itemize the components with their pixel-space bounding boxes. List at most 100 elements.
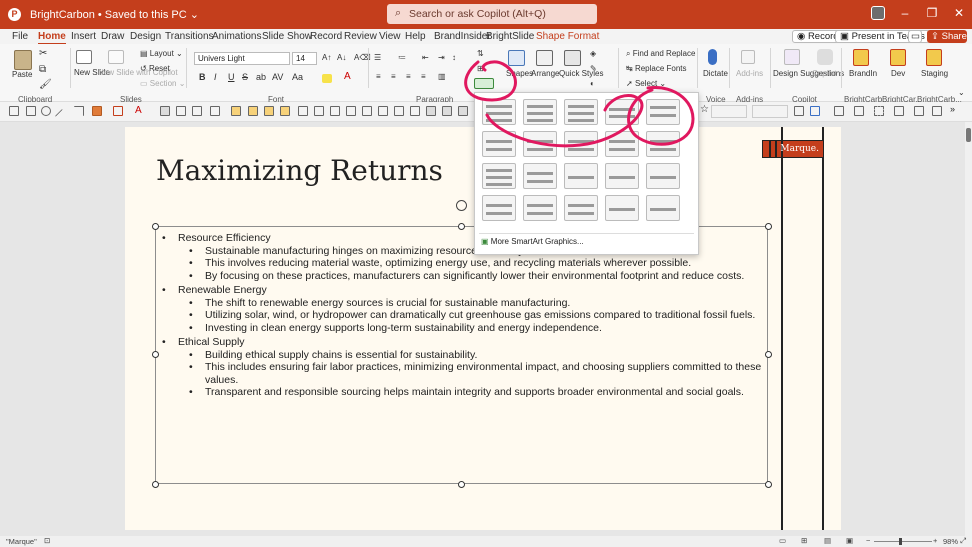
rectangle-icon[interactable] (26, 106, 36, 116)
brandin-icon[interactable] (853, 49, 869, 66)
smartart-target[interactable] (646, 195, 680, 221)
align-middle-icon[interactable] (314, 106, 324, 116)
change-case-icon[interactable]: Aa (292, 72, 303, 82)
strikethrough-button[interactable]: S (242, 72, 248, 82)
normal-view-icon[interactable]: ▭ (779, 536, 786, 545)
layout-button[interactable]: ▤ Layout ⌄ (140, 49, 183, 58)
match-height-icon[interactable] (394, 106, 404, 116)
tab-help[interactable]: Help (405, 31, 426, 42)
scroll-thumb[interactable] (966, 128, 971, 142)
collapse-ribbon-icon[interactable]: ⌄ (958, 88, 965, 97)
tab-home[interactable]: Home (38, 31, 66, 45)
paste-label[interactable]: Paste (12, 70, 32, 79)
comments-button[interactable]: ▭ (908, 30, 922, 43)
resize-handle[interactable] (152, 481, 159, 488)
smartart-grouped-list[interactable] (564, 131, 598, 157)
quick-styles-icon[interactable] (564, 50, 581, 66)
shape-fill-icon[interactable]: ◈ (590, 49, 596, 58)
align-center-2-icon[interactable] (176, 106, 186, 116)
align-right-icon[interactable]: ≡ (406, 72, 411, 81)
smartart-radial[interactable] (646, 131, 680, 157)
crop-icon[interactable] (834, 106, 844, 116)
document-title[interactable]: BrightCarbon • Saved to this PC ⌄ (30, 8, 199, 21)
zoom-in-icon[interactable]: + (933, 536, 937, 545)
shapes-label[interactable]: Shapes (506, 69, 533, 78)
tab-insert[interactable]: Insert (71, 31, 96, 42)
stretch-icon[interactable] (346, 106, 356, 116)
decrease-indent-icon[interactable]: ⇤ (422, 53, 429, 62)
line-spacing-icon[interactable]: ↕ (452, 53, 456, 62)
outline-box-icon[interactable] (854, 106, 864, 116)
tab-transitions[interactable]: Transitions (165, 31, 214, 42)
height-field[interactable] (752, 105, 788, 118)
grid-icon[interactable] (914, 106, 924, 116)
marque-logo[interactable]: Marque. (762, 140, 824, 158)
tab-design[interactable]: Design (130, 31, 161, 42)
smartart-table-list[interactable] (646, 99, 680, 125)
smartart-chevron-list[interactable] (564, 163, 598, 189)
text-direction-icon[interactable]: ⇅ (477, 49, 484, 58)
replace-fonts-button[interactable]: ↹ Replace Fonts (626, 64, 687, 73)
resize-icon[interactable] (794, 106, 804, 116)
layers-icon[interactable] (894, 106, 904, 116)
rotate-handle-icon[interactable] (456, 200, 467, 211)
align-bottom-icon[interactable] (330, 106, 340, 116)
tab-animations[interactable]: Animations (212, 31, 261, 42)
smartart-horizontal-list[interactable] (523, 163, 557, 189)
view-icon[interactable] (458, 106, 468, 116)
staging-label[interactable]: Staging (921, 69, 948, 78)
format-painter-icon[interactable]: 🖌 (39, 79, 52, 90)
tab-brandinsider[interactable]: BrandInsider (434, 31, 491, 42)
resize-handle[interactable] (152, 223, 159, 230)
resize-handle[interactable] (458, 223, 465, 230)
shape-outline-icon[interactable]: ✎ (590, 64, 597, 73)
select-button[interactable]: ➚ Select ⌄ (626, 79, 666, 88)
design-ideas-icon[interactable] (784, 49, 800, 65)
reset-button[interactable]: ↺ Reset (140, 64, 170, 73)
vertical-scrollbar[interactable] (965, 122, 972, 536)
send-backward-icon[interactable] (280, 106, 290, 116)
find-replace-button[interactable]: ⌕ Find and Replace (626, 49, 695, 59)
shape-effects-icon[interactable]: ◐ (590, 79, 595, 88)
align-center-icon[interactable]: ≡ (391, 72, 396, 81)
brandin-label[interactable]: BrandIn (849, 69, 877, 78)
tab-view[interactable]: View (379, 31, 401, 42)
increase-indent-icon[interactable]: ⇥ (438, 53, 445, 62)
copy-icon[interactable]: ⧉ (39, 64, 46, 75)
increase-font-icon[interactable]: A↑ (322, 53, 331, 62)
slide-title[interactable]: Maximizing Returns (156, 154, 443, 187)
staging-icon[interactable] (926, 49, 942, 66)
font-color-icon[interactable]: A (344, 71, 351, 82)
minimize-button[interactable]: – (893, 6, 917, 20)
line-icon[interactable] (54, 108, 70, 124)
width-field[interactable] (711, 105, 747, 118)
font-name-select[interactable]: Univers Light (194, 52, 290, 65)
smartart-bullet-list[interactable] (482, 163, 516, 189)
restore-button[interactable]: ❐ (920, 6, 944, 20)
accessibility-icon[interactable]: ⊡ (44, 536, 50, 545)
fill-color-icon[interactable] (92, 106, 102, 116)
slide-sorter-icon[interactable]: ⊞ (801, 536, 807, 545)
tab-brightslide[interactable]: BrightSlide (486, 31, 534, 42)
match-size-icon[interactable] (362, 106, 372, 116)
fit-slide-icon[interactable]: ⤢ (960, 536, 966, 546)
decrease-font-icon[interactable]: A↓ (337, 53, 346, 62)
align-left-icon[interactable]: ≡ (376, 72, 381, 81)
smartart-pyramid[interactable] (523, 195, 557, 221)
resize-handle[interactable] (765, 481, 772, 488)
avatar[interactable] (871, 6, 885, 20)
italic-button[interactable]: I (214, 72, 217, 82)
shadow-icon[interactable]: ab (256, 72, 266, 82)
guides-icon[interactable] (932, 106, 942, 116)
smartart-matrix[interactable] (564, 195, 598, 221)
zoom-level[interactable]: 98% (943, 537, 958, 546)
connector-icon[interactable] (74, 106, 84, 116)
star-icon[interactable]: ☆ (700, 104, 710, 115)
cut-icon[interactable]: ✂ (39, 48, 47, 59)
dev-icon[interactable] (890, 49, 906, 66)
smartart-target-list[interactable] (605, 99, 639, 125)
text-color-icon[interactable]: A (135, 105, 145, 116)
frame-icon[interactable] (810, 106, 820, 116)
resize-handle[interactable] (152, 351, 159, 358)
ungroup-icon[interactable] (248, 106, 258, 116)
